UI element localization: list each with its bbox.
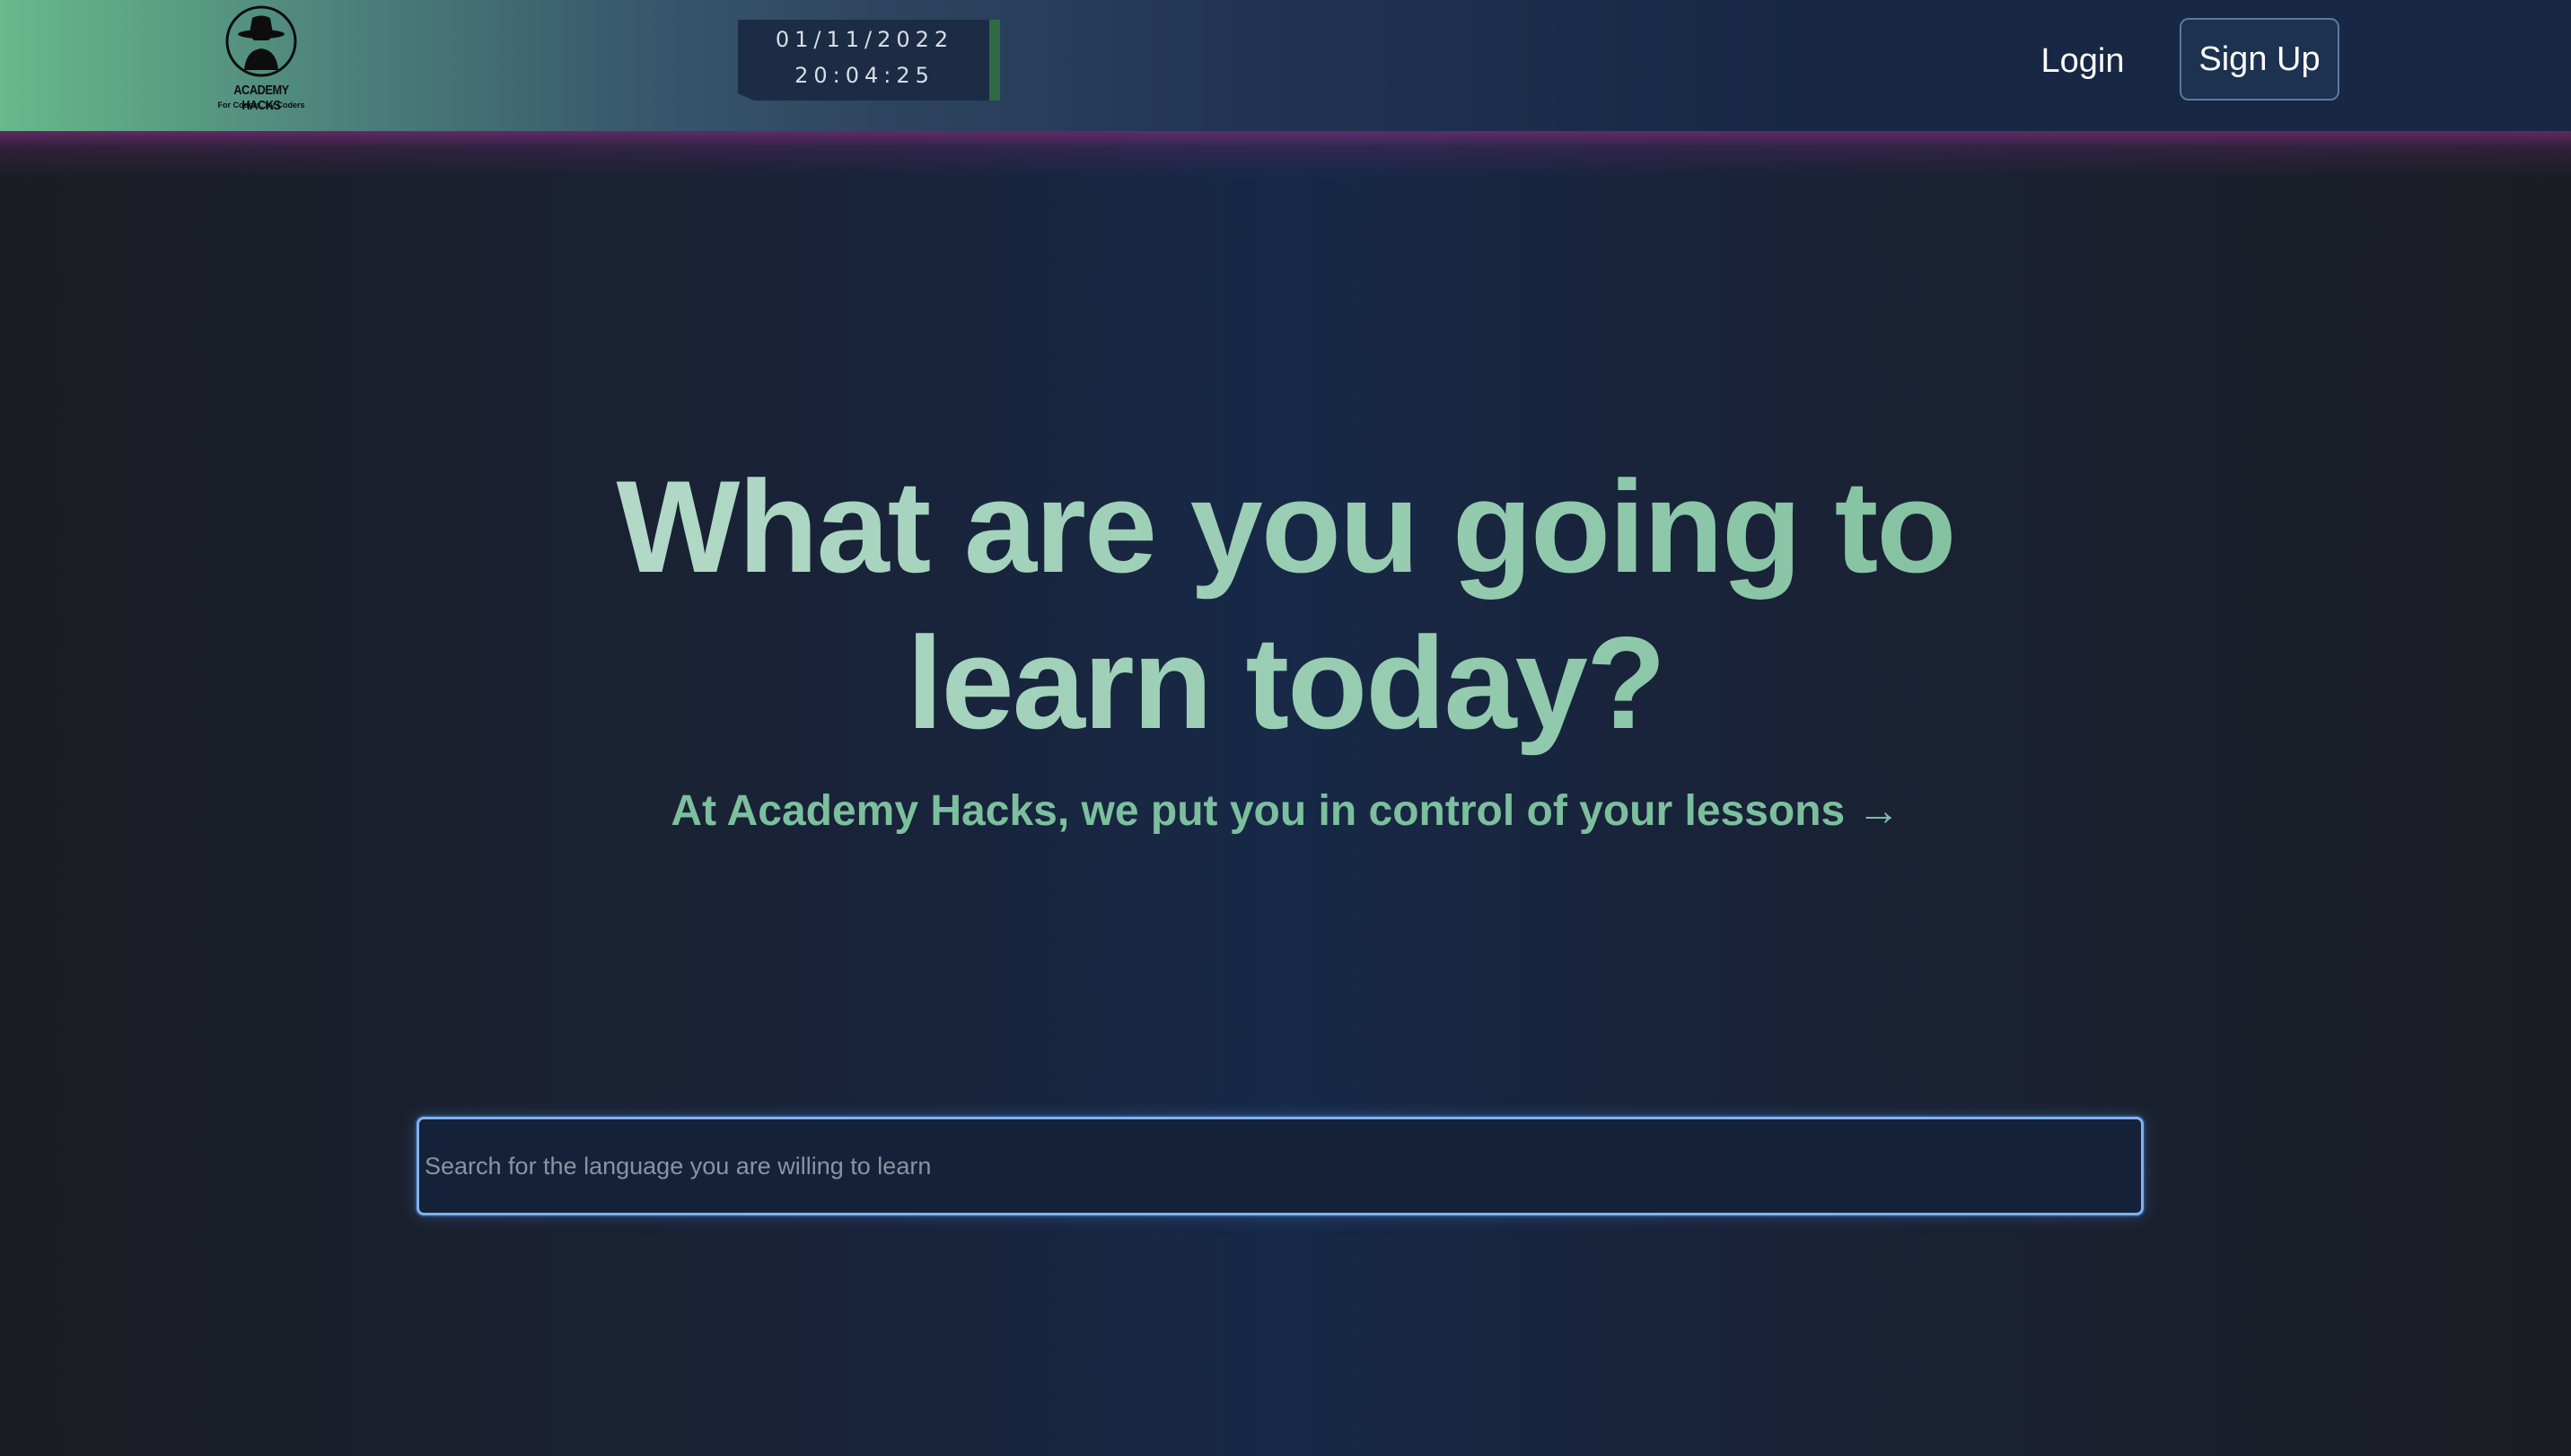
hero-subtitle[interactable]: At Academy Hacks, we put you in control … xyxy=(478,786,2093,836)
language-search-input[interactable] xyxy=(417,1117,2144,1215)
hero-title: What are you going to learn today? xyxy=(478,449,2093,761)
signup-button[interactable]: Sign Up xyxy=(2180,18,2339,101)
clock-time: 20:04:25 xyxy=(794,63,935,88)
date-time-clock: 01/11/2022 20:04:25 xyxy=(738,20,1000,101)
hacker-hat-icon xyxy=(225,5,297,77)
login-link[interactable]: Login xyxy=(2025,34,2140,88)
navbar-glow-divider xyxy=(0,131,2571,178)
academy-hacks-logo[interactable]: ACADEMY HACKS For Coders, by Coders xyxy=(212,4,311,113)
logo-tagline: For Coders, by Coders xyxy=(217,101,305,110)
clock-date: 01/11/2022 xyxy=(775,27,954,52)
top-navbar: ACADEMY HACKS For Coders, by Coders 01/1… xyxy=(0,0,2571,131)
